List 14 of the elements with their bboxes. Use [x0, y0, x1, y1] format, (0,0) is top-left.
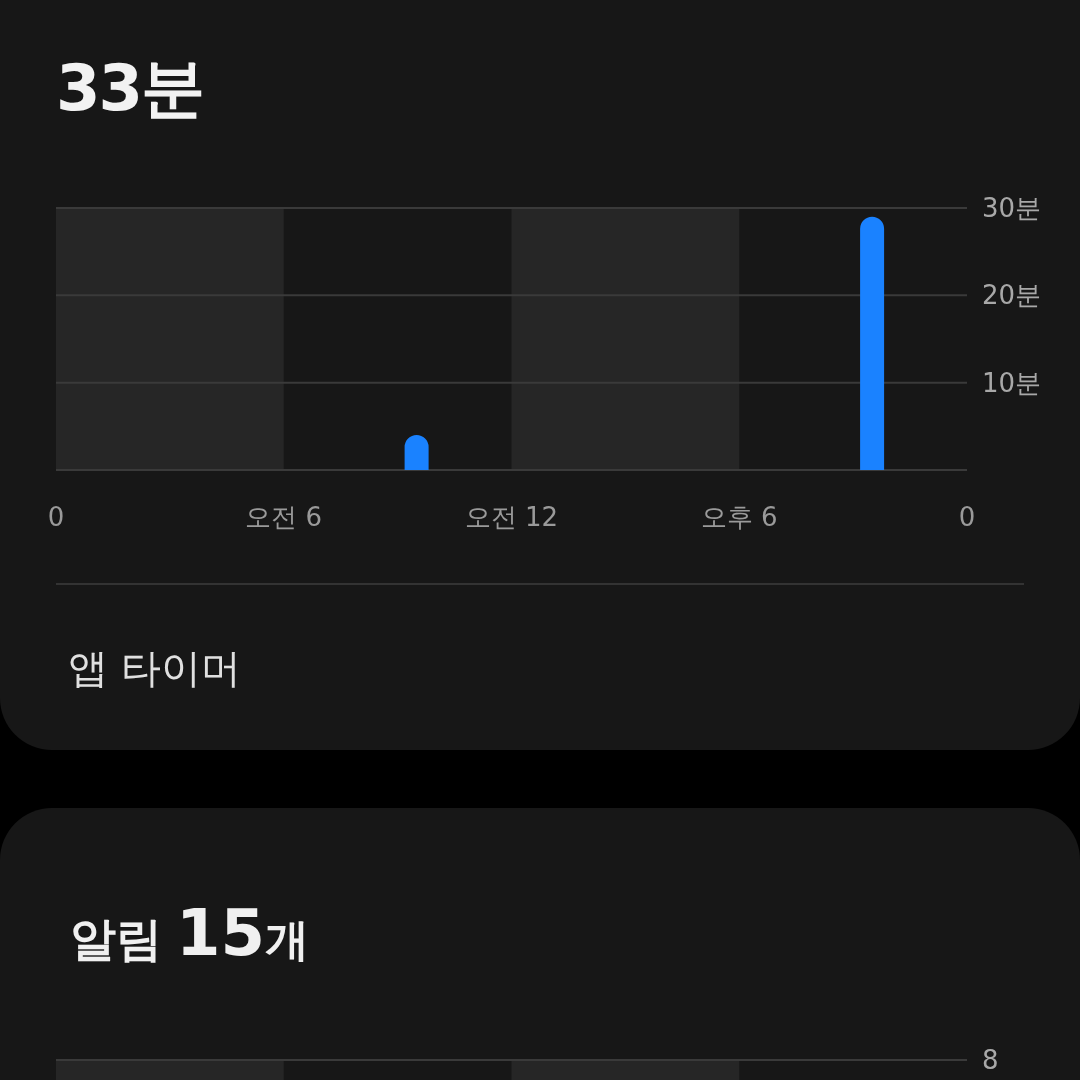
x-axis-label: 오전 12 — [464, 502, 559, 532]
count-unit: 개 — [265, 914, 310, 967]
x-axis-label: 0 — [47, 502, 65, 532]
x-axis-label: 0 — [958, 502, 976, 532]
app-timer-link[interactable]: 앱 타이머 — [68, 644, 241, 692]
notification-count: 15 — [176, 896, 266, 970]
x-axis-label: 오후 6 — [700, 502, 778, 532]
screen-time-total: 33분 — [56, 56, 204, 120]
notifications-label: 알림 — [70, 911, 162, 968]
y-axis-label: 10분 — [982, 367, 1042, 398]
y-axis-label: 30분 — [982, 193, 1042, 223]
y-axis-label: 8 — [982, 1045, 999, 1075]
y-axis-label: 20분 — [982, 280, 1042, 311]
x-axis-label: 오전 6 — [245, 502, 323, 532]
